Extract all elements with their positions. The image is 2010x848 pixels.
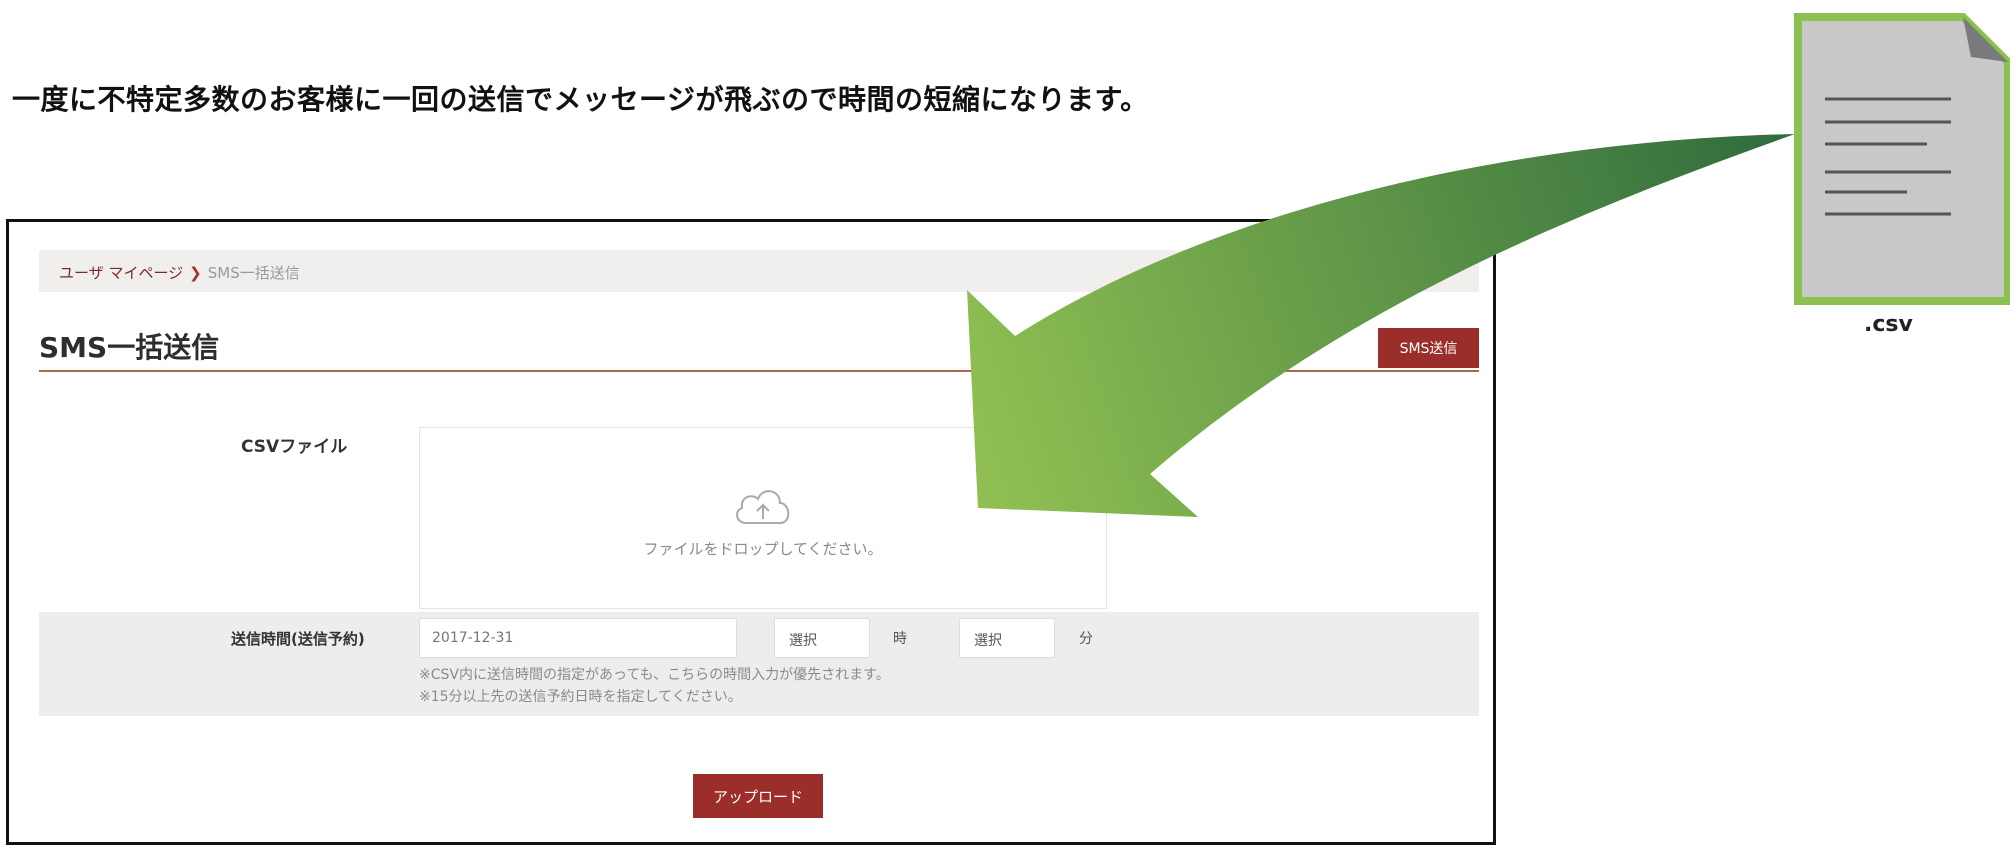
csv-file-icon <box>1794 13 2010 305</box>
csv-file-label-text: .csv <box>1864 312 1913 337</box>
curved-arrow-icon <box>967 134 1795 517</box>
